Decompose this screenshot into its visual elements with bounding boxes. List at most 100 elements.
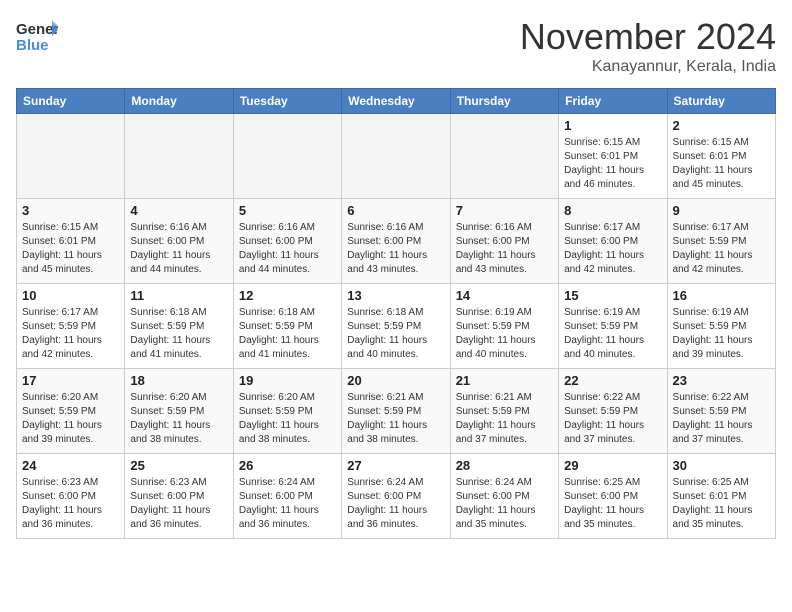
calendar-cell: 6 Sunrise: 6:16 AM Sunset: 6:00 PM Daylig…	[342, 199, 450, 284]
calendar-cell: 7 Sunrise: 6:16 AM Sunset: 6:00 PM Daylig…	[450, 199, 558, 284]
day-info: Sunrise: 6:17 AM Sunset: 5:59 PM Dayligh…	[22, 306, 119, 362]
day-info: Sunrise: 6:17 AM Sunset: 5:59 PM Dayligh…	[673, 221, 770, 277]
day-info: Sunrise: 6:20 AM Sunset: 5:59 PM Dayligh…	[239, 391, 336, 447]
calendar-cell: 3 Sunrise: 6:15 AM Sunset: 6:01 PM Daylig…	[17, 199, 125, 284]
day-info: Sunrise: 6:22 AM Sunset: 5:59 PM Dayligh…	[564, 391, 661, 447]
weekday-header-cell: Sunday	[17, 89, 125, 114]
day-number: 8	[564, 203, 661, 218]
day-number: 21	[456, 373, 553, 388]
day-number: 25	[130, 458, 227, 473]
day-number: 15	[564, 288, 661, 303]
day-info: Sunrise: 6:18 AM Sunset: 5:59 PM Dayligh…	[239, 306, 336, 362]
calendar-cell: 5 Sunrise: 6:16 AM Sunset: 6:00 PM Daylig…	[233, 199, 341, 284]
calendar-cell: 15 Sunrise: 6:19 AM Sunset: 5:59 PM Dayli…	[559, 284, 667, 369]
calendar-week-row: 10 Sunrise: 6:17 AM Sunset: 5:59 PM Dayli…	[17, 284, 776, 369]
day-number: 28	[456, 458, 553, 473]
weekday-header-cell: Saturday	[667, 89, 775, 114]
day-number: 5	[239, 203, 336, 218]
day-info: Sunrise: 6:21 AM Sunset: 5:59 PM Dayligh…	[347, 391, 444, 447]
day-number: 26	[239, 458, 336, 473]
calendar-cell	[342, 114, 450, 199]
calendar-cell: 23Sunrise: 6:22 AM Sunset: 5:59 PM Dayli…	[667, 369, 775, 454]
day-number: 14	[456, 288, 553, 303]
day-number: 6	[347, 203, 444, 218]
calendar-cell: 27 Sunrise: 6:24 AM Sunset: 6:00 PM Dayli…	[342, 454, 450, 539]
day-number: 7	[456, 203, 553, 218]
day-info: Sunrise: 6:24 AM Sunset: 6:00 PM Dayligh…	[456, 476, 553, 532]
day-number: 19	[239, 373, 336, 388]
location-title: Kanayannur, Kerala, India	[520, 58, 776, 76]
calendar-cell	[125, 114, 233, 199]
day-info: Sunrise: 6:16 AM Sunset: 6:00 PM Dayligh…	[239, 221, 336, 277]
calendar-cell: 26 Sunrise: 6:24 AM Sunset: 6:00 PM Dayli…	[233, 454, 341, 539]
day-info: Sunrise: 6:19 AM Sunset: 5:59 PM Dayligh…	[456, 306, 553, 362]
day-info: Sunrise: 6:18 AM Sunset: 5:59 PM Dayligh…	[347, 306, 444, 362]
day-info: Sunrise: 6:20 AM Sunset: 5:59 PM Dayligh…	[130, 391, 227, 447]
day-info: Sunrise: 6:15 AM Sunset: 6:01 PM Dayligh…	[673, 136, 770, 192]
day-info: Sunrise: 6:17 AM Sunset: 6:00 PM Dayligh…	[564, 221, 661, 277]
calendar-cell: 10 Sunrise: 6:17 AM Sunset: 5:59 PM Dayli…	[17, 284, 125, 369]
day-number: 27	[347, 458, 444, 473]
day-number: 17	[22, 373, 119, 388]
logo-icon: General Blue	[16, 16, 58, 54]
day-info: Sunrise: 6:16 AM Sunset: 6:00 PM Dayligh…	[130, 221, 227, 277]
day-info: Sunrise: 6:15 AM Sunset: 6:01 PM Dayligh…	[22, 221, 119, 277]
weekday-header-cell: Friday	[559, 89, 667, 114]
day-number: 3	[22, 203, 119, 218]
calendar-cell: 4 Sunrise: 6:16 AM Sunset: 6:00 PM Daylig…	[125, 199, 233, 284]
day-number: 16	[673, 288, 770, 303]
day-info: Sunrise: 6:16 AM Sunset: 6:00 PM Dayligh…	[347, 221, 444, 277]
day-number: 30	[673, 458, 770, 473]
calendar-cell: 29 Sunrise: 6:25 AM Sunset: 6:00 PM Dayli…	[559, 454, 667, 539]
weekday-header-cell: Monday	[125, 89, 233, 114]
svg-text:General: General	[16, 21, 58, 38]
calendar-cell: 30 Sunrise: 6:25 AM Sunset: 6:01 PM Dayli…	[667, 454, 775, 539]
calendar-week-row: 17 Sunrise: 6:20 AM Sunset: 5:59 PM Dayli…	[17, 369, 776, 454]
day-info: Sunrise: 6:24 AM Sunset: 6:00 PM Dayligh…	[347, 476, 444, 532]
calendar-cell: 8 Sunrise: 6:17 AM Sunset: 6:00 PM Daylig…	[559, 199, 667, 284]
page-header: General Blue November 2024 Kanayannur, K…	[16, 16, 776, 76]
calendar-cell: 24 Sunrise: 6:23 AM Sunset: 6:00 PM Dayli…	[17, 454, 125, 539]
day-number: 29	[564, 458, 661, 473]
logo: General Blue	[16, 16, 58, 54]
weekday-header-cell: Tuesday	[233, 89, 341, 114]
calendar-week-row: 24 Sunrise: 6:23 AM Sunset: 6:00 PM Dayli…	[17, 454, 776, 539]
calendar-cell: 12 Sunrise: 6:18 AM Sunset: 5:59 PM Dayli…	[233, 284, 341, 369]
day-info: Sunrise: 6:20 AM Sunset: 5:59 PM Dayligh…	[22, 391, 119, 447]
day-number: 9	[673, 203, 770, 218]
day-info: Sunrise: 6:25 AM Sunset: 6:00 PM Dayligh…	[564, 476, 661, 532]
calendar-cell: 16 Sunrise: 6:19 AM Sunset: 5:59 PM Dayli…	[667, 284, 775, 369]
weekday-header-row: SundayMondayTuesdayWednesdayThursdayFrid…	[17, 89, 776, 114]
day-info: Sunrise: 6:19 AM Sunset: 5:59 PM Dayligh…	[564, 306, 661, 362]
calendar-cell: 1 Sunrise: 6:15 AM Sunset: 6:01 PM Daylig…	[559, 114, 667, 199]
svg-text:Blue: Blue	[16, 37, 49, 54]
day-info: Sunrise: 6:23 AM Sunset: 6:00 PM Dayligh…	[22, 476, 119, 532]
day-number: 18	[130, 373, 227, 388]
day-number: 4	[130, 203, 227, 218]
day-number: 12	[239, 288, 336, 303]
day-info: Sunrise: 6:25 AM Sunset: 6:01 PM Dayligh…	[673, 476, 770, 532]
calendar-body: 1 Sunrise: 6:15 AM Sunset: 6:01 PM Daylig…	[17, 114, 776, 539]
calendar-cell	[17, 114, 125, 199]
calendar-cell: 14 Sunrise: 6:19 AM Sunset: 5:59 PM Dayli…	[450, 284, 558, 369]
month-title: November 2024	[520, 16, 776, 58]
calendar-cell: 18 Sunrise: 6:20 AM Sunset: 5:59 PM Dayli…	[125, 369, 233, 454]
day-number: 10	[22, 288, 119, 303]
calendar-cell: 28 Sunrise: 6:24 AM Sunset: 6:00 PM Dayli…	[450, 454, 558, 539]
day-info: Sunrise: 6:19 AM Sunset: 5:59 PM Dayligh…	[673, 306, 770, 362]
calendar-cell: 21Sunrise: 6:21 AM Sunset: 5:59 PM Dayli…	[450, 369, 558, 454]
day-number: 1	[564, 118, 661, 133]
calendar-cell: 11Sunrise: 6:18 AM Sunset: 5:59 PM Dayli…	[125, 284, 233, 369]
calendar-cell: 17 Sunrise: 6:20 AM Sunset: 5:59 PM Dayli…	[17, 369, 125, 454]
weekday-header-cell: Thursday	[450, 89, 558, 114]
day-info: Sunrise: 6:16 AM Sunset: 6:00 PM Dayligh…	[456, 221, 553, 277]
day-number: 23	[673, 373, 770, 388]
day-number: 20	[347, 373, 444, 388]
calendar-cell: 9 Sunrise: 6:17 AM Sunset: 5:59 PM Daylig…	[667, 199, 775, 284]
day-info: Sunrise: 6:15 AM Sunset: 6:01 PM Dayligh…	[564, 136, 661, 192]
calendar-cell	[233, 114, 341, 199]
calendar-week-row: 3 Sunrise: 6:15 AM Sunset: 6:01 PM Daylig…	[17, 199, 776, 284]
day-number: 24	[22, 458, 119, 473]
day-info: Sunrise: 6:24 AM Sunset: 6:00 PM Dayligh…	[239, 476, 336, 532]
calendar-cell: 2Sunrise: 6:15 AM Sunset: 6:01 PM Daylig…	[667, 114, 775, 199]
